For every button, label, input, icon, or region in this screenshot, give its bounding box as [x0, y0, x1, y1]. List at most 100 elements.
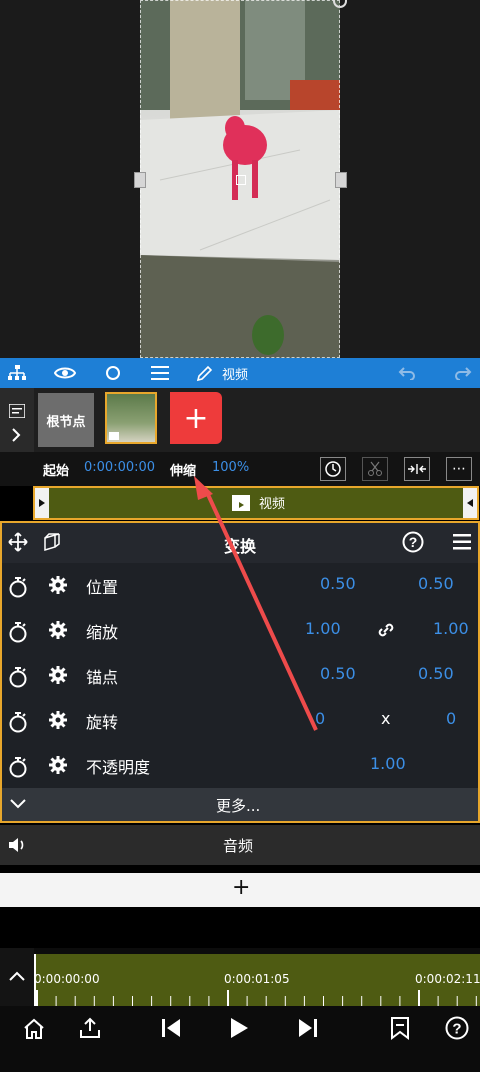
video-clapper-icon: [232, 494, 250, 511]
more-options-icon[interactable]: ⋯: [446, 457, 472, 481]
timeline[interactable]: 0:00:00:00 0:00:01:05 0:00:02:11: [0, 948, 480, 1006]
anchor-point[interactable]: [236, 175, 246, 185]
rotate-handle[interactable]: [333, 0, 347, 8]
timeline-ticks: [36, 990, 477, 1006]
gear-icon[interactable]: [48, 575, 68, 595]
gear-icon[interactable]: [48, 665, 68, 685]
more-button[interactable]: 更多...: [2, 788, 478, 821]
property-label: 锚点: [86, 668, 119, 687]
share-icon[interactable]: [78, 1016, 102, 1040]
gear-icon[interactable]: [48, 755, 68, 775]
transform-row: 缩放 1.00 1.00: [2, 608, 478, 653]
chevron-down-icon: [10, 799, 26, 809]
cube-icon[interactable]: [42, 532, 62, 552]
top-toolbar: 视频: [0, 358, 480, 388]
menu-icon[interactable]: [146, 358, 174, 388]
property-value-1[interactable]: 1.00: [305, 619, 341, 638]
transform-row: 锚点 0.50 0.50: [2, 653, 478, 698]
skip-forward-icon[interactable]: [297, 1017, 319, 1039]
gear-icon[interactable]: [48, 620, 68, 640]
eye-icon[interactable]: [50, 358, 80, 388]
home-icon[interactable]: [22, 1017, 46, 1041]
time-label-1: 0:00:01:05: [224, 972, 290, 986]
help-circle-icon[interactable]: ?: [445, 1016, 469, 1040]
bookmark-icon[interactable]: [390, 1016, 410, 1040]
video-node-thumbnail[interactable]: [105, 392, 157, 444]
clip-end-handle[interactable]: [463, 488, 477, 518]
start-value[interactable]: 0:00:00:00: [84, 460, 155, 475]
chevron-right-icon: [12, 428, 21, 442]
property-value-2[interactable]: 1.00: [433, 619, 469, 638]
resize-handle-right[interactable]: [335, 172, 347, 188]
property-value-1[interactable]: 0: [315, 709, 325, 728]
clock-button[interactable]: [320, 457, 346, 481]
skip-back-icon[interactable]: [160, 1017, 182, 1039]
stretch-value[interactable]: 100%: [212, 460, 249, 475]
split-button[interactable]: [362, 457, 388, 481]
node-tree-icon[interactable]: [0, 358, 34, 388]
bottom-bar: ?: [0, 1006, 480, 1072]
panel-header: 变换 ?: [2, 523, 478, 563]
audio-section[interactable]: 音频: [0, 825, 480, 865]
transform-row: 位置 0.50 0.50: [2, 563, 478, 608]
add-node-button[interactable]: +: [170, 392, 222, 444]
stopwatch-icon[interactable]: [8, 576, 28, 598]
clip-info-row: 起始 0:00:00:00 伸缩 100% ⋯: [0, 452, 480, 486]
scissors-icon: [368, 461, 382, 476]
add-layer-button[interactable]: +: [0, 873, 480, 907]
property-label: 旋转: [86, 713, 119, 732]
video-preview[interactable]: [0, 0, 480, 358]
audio-label: 音频: [223, 837, 254, 855]
video-track-clip[interactable]: 视频: [33, 486, 479, 520]
time-label-0: 0:00:00:00: [34, 972, 100, 986]
mode-label: 视频: [222, 367, 249, 383]
panel-menu-icon[interactable]: [453, 534, 471, 550]
clip-start-handle[interactable]: [35, 488, 49, 518]
property-value-2[interactable]: 0.50: [418, 574, 454, 593]
undo-icon[interactable]: [394, 358, 420, 388]
circle-icon[interactable]: [100, 358, 126, 388]
link-icon[interactable]: [376, 620, 396, 640]
node-panel-toggle[interactable]: [0, 388, 34, 452]
timeline-collapse-button[interactable]: [0, 948, 34, 1006]
play-icon[interactable]: [228, 1016, 250, 1040]
move-icon[interactable]: [8, 532, 28, 552]
property-value-1[interactable]: 0.50: [320, 664, 356, 683]
time-label-2: 0:00:02:11: [415, 972, 480, 986]
property-label: 位置: [86, 578, 119, 597]
stopwatch-icon[interactable]: [8, 756, 28, 778]
resize-handle-left[interactable]: [134, 172, 146, 188]
video-badge-icon: [109, 432, 119, 440]
playhead[interactable]: [34, 954, 36, 1006]
clock-icon: [325, 461, 341, 477]
property-label: 不透明度: [86, 758, 151, 777]
transform-row: 旋转 0 0 x: [2, 698, 478, 743]
timeline-ruler[interactable]: 0:00:00:00 0:00:01:05 0:00:02:11: [34, 954, 480, 1006]
help-icon[interactable]: ?: [402, 531, 424, 553]
stopwatch-icon[interactable]: [8, 711, 28, 733]
property-value-1[interactable]: 1.00: [370, 754, 406, 773]
root-node[interactable]: 根节点: [38, 393, 94, 447]
property-separator: x: [381, 709, 391, 728]
speaker-icon: [9, 838, 24, 852]
edit-mode-button[interactable]: 视频: [196, 358, 266, 388]
property-value-2[interactable]: 0.50: [418, 664, 454, 683]
trim-button[interactable]: [404, 457, 430, 481]
redo-icon[interactable]: [450, 358, 476, 388]
stopwatch-icon[interactable]: [8, 666, 28, 688]
transform-row: 不透明度 1.00: [2, 743, 478, 788]
track-label: 视频: [259, 497, 286, 512]
stopwatch-icon[interactable]: [8, 621, 28, 643]
svg-text:?: ?: [409, 534, 418, 550]
property-label: 缩放: [86, 623, 119, 642]
stretch-label: 伸缩: [170, 464, 197, 479]
transform-panel: 变换 ? 位置 0.50 0.50 缩放 1.00 1.00 锚点 0.50 0.50 旋转 0 0 x…: [0, 521, 480, 823]
svg-text:?: ?: [452, 1021, 461, 1038]
chevron-up-icon: [9, 971, 25, 981]
property-value-2[interactable]: 0: [446, 709, 456, 728]
gear-icon[interactable]: [48, 710, 68, 730]
trim-icon: [408, 464, 426, 474]
arrow-left-icon: [467, 499, 473, 507]
property-value-1[interactable]: 0.50: [320, 574, 356, 593]
arrow-right-icon: [39, 499, 45, 507]
